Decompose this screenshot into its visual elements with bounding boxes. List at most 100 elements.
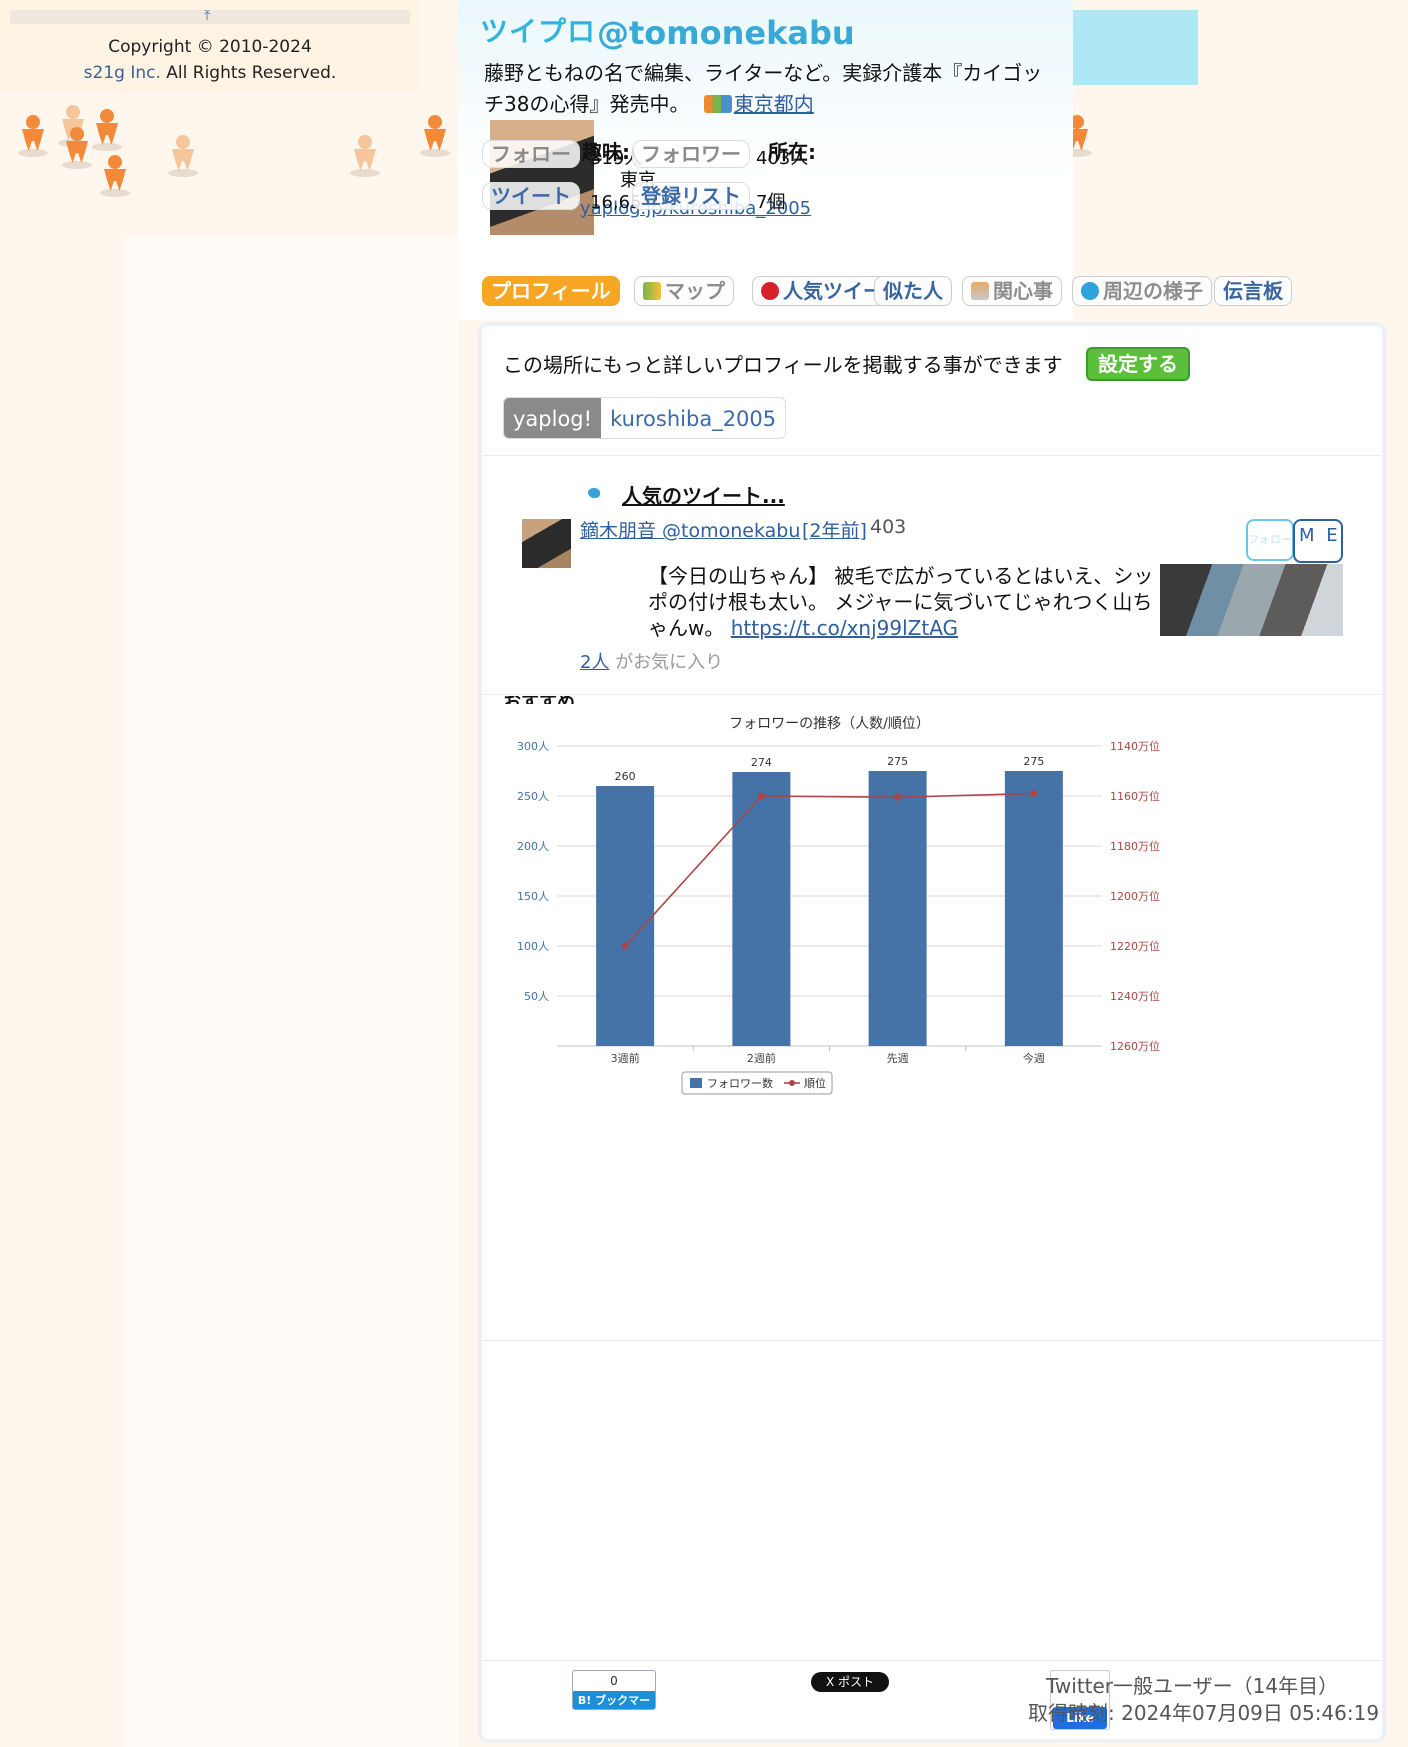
legend-bar-swatch xyxy=(690,1078,702,1088)
profile-tabs: プロフィール マップ 人気ツイート 似た人 関心事 周辺の様子 伝言板 xyxy=(476,276,1376,308)
bar xyxy=(596,786,655,1046)
location-icon xyxy=(703,95,732,113)
copyright-text: Copyright © 2010-2024 xyxy=(108,37,312,57)
tab-surroundings[interactable]: 周辺の様子 xyxy=(1072,276,1212,306)
rank-point xyxy=(1030,790,1038,797)
follow-label[interactable]: フォロー xyxy=(482,140,580,168)
twitter-bird-icon xyxy=(588,488,600,498)
x-post-button[interactable]: X ポスト xyxy=(811,1672,889,1692)
x-tick-label: 3週前 xyxy=(611,1051,640,1065)
tab-surroundings-label: 周辺の様子 xyxy=(1103,279,1203,303)
left-tick-label: 300人 xyxy=(517,740,549,753)
profile-handle: @tomonekabu xyxy=(597,14,855,52)
legend-line-label: 順位 xyxy=(804,1076,826,1090)
chart-title: フォロワーの推移（人数/順位） xyxy=(729,716,930,732)
rights-text: All Rights Reserved. xyxy=(166,63,337,83)
heart-icon xyxy=(761,282,779,300)
map-icon xyxy=(643,282,661,300)
person-icon xyxy=(92,109,122,153)
legend-bar-label: フォロワー数 xyxy=(707,1077,773,1090)
legend-line-marker xyxy=(789,1080,795,1086)
divider xyxy=(482,1660,1382,1661)
service-key: yaplog! xyxy=(504,398,602,438)
scroll-to-top-button[interactable]: ⤒ xyxy=(10,8,410,24)
tweet-image[interactable] xyxy=(1160,564,1343,636)
right-tick-label: 1140万位 xyxy=(1110,739,1160,753)
tweet-count: 403 xyxy=(870,516,907,538)
company-link[interactable]: s21g Inc. xyxy=(84,63,161,83)
location-link[interactable]: 東京都内 xyxy=(734,92,814,116)
follower-chart: フォロワーの推移（人数/順位） 300人 250人 200人 150人 100人 50人 11… xyxy=(482,700,1182,1130)
tab-board-label: 伝言板 xyxy=(1223,279,1283,303)
hatena-bookmark-button[interactable]: 0 B! ブックマーク xyxy=(572,1670,656,1710)
tab-interests-label: 関心事 xyxy=(993,279,1053,303)
tab-profile-label: プロフィール xyxy=(491,279,611,303)
speech-bubble-icon xyxy=(1081,282,1099,300)
rank-point xyxy=(894,793,902,801)
divider xyxy=(482,1340,1382,1341)
setup-button[interactable]: 設定する xyxy=(1086,347,1190,381)
tab-similar-label: 似た人 xyxy=(883,279,943,303)
likes-link[interactable]: 2人 xyxy=(580,652,609,673)
tab-message-board[interactable]: 伝言板 xyxy=(1214,276,1292,306)
data-label: 275 xyxy=(1023,755,1044,768)
data-label: 274 xyxy=(751,756,772,769)
service-chip[interactable]: yaplog! kuroshiba_2005 xyxy=(503,397,787,439)
x-tick-label: 先週 xyxy=(887,1052,909,1065)
tweet-text: 【今日の山ちゃん】 被毛で広がっているとはいえ、シッポの付け根も太い。 メジャー… xyxy=(648,563,1158,641)
location-label: 所在: xyxy=(768,140,816,164)
divider xyxy=(482,694,1382,695)
header-decoration xyxy=(1073,10,1198,85)
left-column: ⤒ Copyright © 2010-2024 s21g Inc. All Ri… xyxy=(0,0,420,92)
interest-icon xyxy=(971,282,989,300)
copyright: Copyright © 2010-2024 s21g Inc. All Righ… xyxy=(0,34,420,86)
person-icon xyxy=(168,135,198,179)
left-tick-label: 150人 xyxy=(517,890,549,903)
person-icon xyxy=(420,115,450,159)
tab-map-label: マップ xyxy=(665,279,725,303)
bookmark-label: B! ブックマーク xyxy=(573,1691,655,1709)
data-label: 275 xyxy=(887,755,908,768)
rank-point xyxy=(621,942,629,950)
person-icon xyxy=(62,127,92,171)
me-button[interactable]: M E xyxy=(1293,519,1343,563)
site-logo[interactable]: ツイプロ xyxy=(480,10,596,50)
tweet-link[interactable]: https://t.co/xnj99lZtAG xyxy=(731,616,958,640)
follow-button[interactable]: フォロー xyxy=(1246,519,1294,561)
left-tick-label: 100人 xyxy=(517,940,549,953)
right-tick-label: 1240万位 xyxy=(1110,989,1160,1003)
x-tick-label: 今週 xyxy=(1023,1051,1045,1065)
popular-tweets-title[interactable]: 人気のツイート... xyxy=(622,480,785,509)
arrow-up-to-top-icon: ⤒ xyxy=(204,8,211,24)
tweet-likes: 2人 がお気に入り xyxy=(580,648,723,674)
person-icon xyxy=(18,115,48,159)
profile-bio: 藤野ともねの名で編集、ライターなど。実録介護本『カイゴッチ38の心得』発売中。 … xyxy=(484,58,1044,120)
tweet-label[interactable]: ツイート xyxy=(482,182,580,210)
right-tick-label: 1200万位 xyxy=(1110,889,1160,903)
tweet-avatar[interactable] xyxy=(522,519,571,568)
rank-point xyxy=(757,792,765,800)
list-label[interactable]: 登録リスト xyxy=(632,182,750,210)
tab-profile[interactable]: プロフィール xyxy=(482,276,620,306)
bar xyxy=(732,772,791,1046)
tweet-time-link[interactable]: [2年前] xyxy=(802,516,867,543)
right-tick-label: 1220万位 xyxy=(1110,939,1160,953)
follower-label[interactable]: フォロワー xyxy=(632,140,750,168)
promo-text: この場所にもっと詳しいプロフィールを掲載する事ができます xyxy=(503,353,1063,377)
tab-map[interactable]: マップ xyxy=(634,276,734,306)
x-tick-label: 2週前 xyxy=(747,1051,776,1065)
service-value: kuroshiba_2005 xyxy=(610,407,777,431)
person-icon xyxy=(350,135,380,179)
profile-avatar xyxy=(490,120,594,235)
bar xyxy=(1004,771,1063,1046)
bar xyxy=(868,771,927,1046)
tweet-user-link[interactable]: 鏑木朋音 @tomonekabu xyxy=(580,516,800,543)
tab-similar-people[interactable]: 似た人 xyxy=(874,276,952,306)
left-tick-label: 50人 xyxy=(524,990,549,1003)
likes-text: がお気に入り xyxy=(615,652,724,673)
tab-interests[interactable]: 関心事 xyxy=(962,276,1062,306)
bookmark-count: 0 xyxy=(610,1674,618,1688)
right-tick-label: 1180万位 xyxy=(1110,839,1160,853)
right-tick-label: 1160万位 xyxy=(1110,789,1160,803)
right-tick-label: 1260万位 xyxy=(1110,1039,1160,1053)
